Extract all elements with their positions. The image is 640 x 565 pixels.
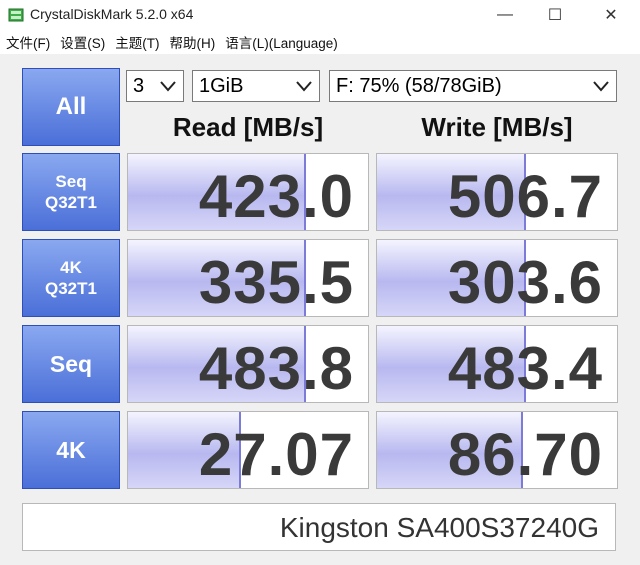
write-value: 86.70 [447,421,603,488]
test-count-select[interactable]: 3 [126,70,184,102]
write-cell: 483.4 [376,325,618,403]
read-cell: 483.8 [127,325,369,403]
4k-button[interactable]: 4K [22,411,120,489]
read-value: 27.07 [198,421,354,488]
drive-comment-box[interactable]: Kingston SA400S37240G [22,503,616,551]
menu-settings[interactable]: 设置(S) [55,32,110,52]
read-header: Read [MB/s] [172,112,324,142]
drive-select[interactable]: F: 75% (58/78GiB) [329,70,617,102]
read-cell: 423.0 [127,153,369,231]
write-cell: 86.70 [376,411,618,489]
chevron-down-icon [593,81,609,92]
write-cell: 506.7 [376,153,618,231]
write-cell: 303.6 [376,239,618,317]
read-value: 335.5 [198,249,354,316]
drive-model: Kingston SA400S37240G [279,512,599,543]
app-icon [8,8,24,22]
all-button[interactable]: All [22,68,120,146]
chevron-down-icon [296,81,312,92]
drive-value: F: 75% (58/78GiB) [336,74,502,97]
menu-help[interactable]: 帮助(H) [165,32,221,52]
row-label-line1: 4K [60,258,82,277]
row-label-line2: Q32T1 [45,193,97,212]
menu-theme[interactable]: 主题(T) [110,32,164,52]
title-bar: CrystalDiskMark 5.2.0 x64 — ☐ ✕ [0,0,640,30]
write-value: 483.4 [447,335,603,402]
close-button[interactable]: ✕ [588,0,634,30]
row-label-line1: Seq [55,172,87,191]
row-label-line1: 4K [56,436,86,463]
menu-language[interactable]: 语言(L)(Language) [220,32,343,52]
write-value: 303.6 [447,249,603,316]
maximize-button[interactable]: ☐ [532,0,578,30]
chevron-down-icon [160,81,176,92]
read-cell: 27.07 [127,411,369,489]
row-label-line2: Q32T1 [45,279,97,298]
test-count-value: 3 [133,74,145,97]
write-header: Write [MB/s] [421,112,573,142]
row-label-line1: Seq [49,350,93,377]
seq-q32t1-button[interactable]: Seq Q32T1 [22,153,120,231]
read-cell: 335.5 [127,239,369,317]
write-value: 506.7 [447,163,603,230]
read-value: 423.0 [198,163,354,230]
window-title: CrystalDiskMark 5.2.0 x64 [30,6,194,22]
seq-button[interactable]: Seq [22,325,120,403]
test-size-select[interactable]: 1GiB [192,70,320,102]
minimize-button[interactable]: — [482,0,528,30]
test-size-value: 1GiB [199,74,244,97]
4k-q32t1-button[interactable]: 4K Q32T1 [22,239,120,317]
read-value: 483.8 [198,335,354,402]
menu-file[interactable]: 文件(F) [0,32,55,52]
menu-bar: 文件(F) 设置(S) 主题(T) 帮助(H) 语言(L)(Language) [0,30,640,54]
